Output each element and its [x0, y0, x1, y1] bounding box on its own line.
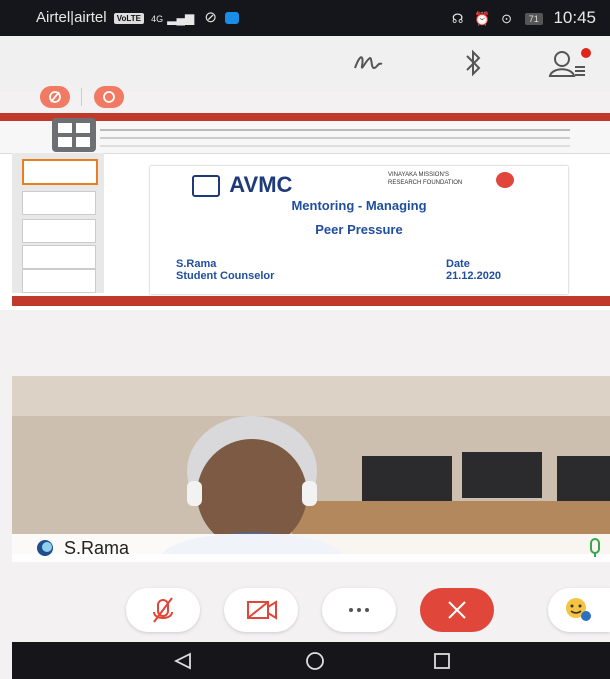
close-icon — [448, 601, 466, 619]
home-icon[interactable] — [304, 651, 326, 671]
avmc-logo-icon — [192, 175, 220, 198]
vmrf-logo-line1: VINAYAKA MISSION'S — [388, 172, 449, 178]
avmc-logo: AVMC — [229, 172, 293, 197]
pill-divider — [81, 88, 82, 106]
carrier-label: Airtel|airtel — [36, 9, 107, 26]
meeting-toolbar — [0, 36, 610, 92]
reactions-button[interactable] — [548, 588, 610, 632]
hang-up-button[interactable] — [420, 588, 494, 632]
date-value: 21.12.2020 — [446, 270, 502, 282]
participant-name-bar: S.Rama — [12, 534, 610, 562]
mute-button[interactable] — [126, 588, 200, 632]
presentation-slide: AVMC VINAYAKA MISSION'S RESEARCH FOUNDAT… — [150, 166, 568, 294]
system-navigation-bar — [12, 642, 610, 679]
alarm-icon: ⏰ — [474, 11, 491, 26]
emoji-reaction-icon — [566, 598, 591, 621]
volte-badge: VoLTE — [113, 12, 144, 24]
app-notification-icon — [225, 12, 240, 25]
participant-name: S.Rama — [64, 538, 130, 558]
camera-off-icon — [247, 600, 277, 620]
emblem-logo — [496, 172, 514, 188]
more-options-button[interactable] — [322, 588, 396, 632]
recording-indicator[interactable] — [94, 86, 124, 108]
location-icon: ⊙ — [501, 11, 512, 26]
slide-title-line2: Peer Pressure — [315, 222, 403, 237]
signal-icon: ▂▄▆ — [167, 11, 195, 25]
headset-icon: ☊ — [451, 11, 464, 26]
presenter-name: S.Rama — [176, 258, 217, 270]
muted-indicator[interactable] — [40, 86, 70, 108]
camera-button[interactable] — [224, 588, 298, 632]
layout-grid-button[interactable] — [52, 118, 96, 152]
recents-icon[interactable] — [432, 651, 452, 671]
back-icon[interactable] — [172, 652, 194, 670]
ms-teams-logo-icon — [37, 540, 53, 556]
participants-icon[interactable] — [548, 48, 592, 80]
vmrf-logo-line2: RESEARCH FOUNDATION — [388, 180, 463, 186]
participant-video[interactable] — [12, 376, 610, 554]
clock-time: 10:45 — [553, 8, 596, 27]
presentation-status-bar — [12, 296, 610, 306]
bluetooth-icon[interactable] — [462, 48, 484, 78]
pen-annotation-icon[interactable] — [352, 50, 386, 76]
ellipsis-icon — [349, 608, 369, 612]
status-bar: Airtel|airtel VoLTE 4G ▂▄▆ ⊘ ☊ ⏰ ⊙ 71 10… — [0, 0, 610, 36]
data-saver-icon: ⊘ — [204, 9, 217, 26]
network-type: 4G — [151, 14, 164, 24]
mic-off-icon — [153, 597, 173, 623]
slide-title-line1: Mentoring - Managing — [291, 198, 427, 213]
presenter-role: Student Counselor — [176, 270, 275, 282]
battery-icon: 71 — [524, 12, 543, 25]
mic-active-icon — [590, 538, 600, 557]
slide-thumbnails[interactable] — [12, 153, 104, 293]
date-label: Date — [446, 258, 470, 270]
